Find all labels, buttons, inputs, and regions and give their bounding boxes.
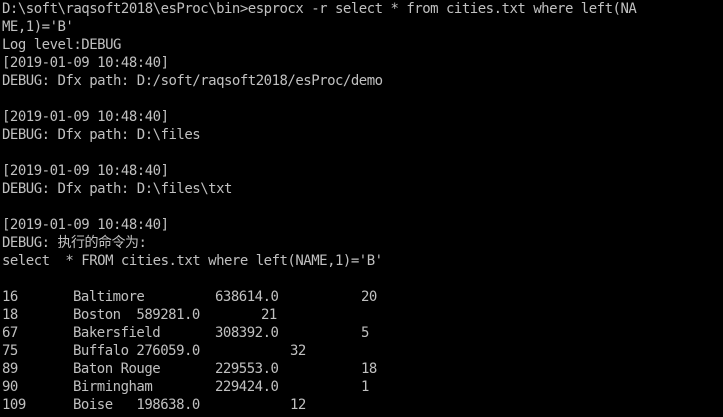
result-row: 75 Buffalo 276059.0 32 [2, 342, 722, 360]
result-id: 67 [2, 325, 18, 341]
result-population: 229424.0 [215, 379, 279, 395]
result-population: 229553.0 [215, 361, 279, 377]
debug-line: DEBUG: Dfx path: D:\files [2, 127, 201, 143]
result-row: 67 Bakersfield 308392.0 5 [2, 324, 722, 342]
result-name: Bakersfield [73, 325, 161, 341]
debug-line: DEBUG: Dfx path: D:\files\txt [2, 181, 232, 197]
timestamp-line: [2019-01-09 10:48:40] [2, 163, 169, 179]
command-line-wrap: ME,1)='B' [2, 19, 74, 35]
result-rank: 32 [290, 343, 306, 359]
command-line: D:\soft\raqsoft2018\esProc\bin>esprocx -… [2, 1, 637, 17]
result-row: 109 Boise 198638.0 12 [2, 396, 722, 414]
result-name: Baltimore [73, 289, 145, 305]
timestamp-line: [2019-01-09 10:48:40] [2, 109, 169, 125]
result-id: 75 [2, 343, 18, 359]
result-rank: 18 [361, 361, 377, 377]
sql-line: select * FROM cities.txt where left(NAME… [2, 253, 383, 269]
result-rank: 12 [290, 397, 306, 413]
result-row: 18 Boston 589281.0 21 [2, 306, 722, 324]
debug-line: DEBUG: Dfx path: D:/soft/raqsoft2018/esP… [2, 73, 383, 89]
result-name: Boise 198638.0 [73, 397, 200, 413]
debug-line: DEBUG: 执行的命令为: [2, 235, 147, 251]
result-rank: 5 [361, 325, 369, 341]
result-population: 308392.0 [215, 325, 279, 341]
result-name: Baton Rouge [73, 361, 161, 377]
result-id: 109 [2, 397, 26, 413]
result-rank: 1 [361, 379, 369, 395]
result-row: 89 Baton Rouge 229553.0 18 [2, 360, 722, 378]
result-id: 16 [2, 289, 18, 305]
result-row: 16 Baltimore 638614.0 20 [2, 288, 722, 306]
result-row: 90 Birmingham 229424.0 1 [2, 378, 722, 396]
console-window[interactable]: D:\soft\raqsoft2018\esProc\bin>esprocx -… [0, 0, 723, 417]
result-population: 638614.0 [215, 289, 279, 305]
result-id: 90 [2, 379, 18, 395]
result-name: Boston 589281.0 [73, 307, 200, 323]
result-rank: 21 [261, 307, 277, 323]
log-level-line: Log level:DEBUG [2, 37, 121, 53]
result-id: 89 [2, 361, 18, 377]
result-id: 18 [2, 307, 18, 323]
result-name: Buffalo 276059.0 [73, 343, 200, 359]
timestamp-line: [2019-01-09 10:48:40] [2, 217, 169, 233]
timestamp-line: [2019-01-09 10:48:40] [2, 55, 169, 71]
result-name: Birmingham [73, 379, 153, 395]
result-rank: 20 [361, 289, 377, 305]
